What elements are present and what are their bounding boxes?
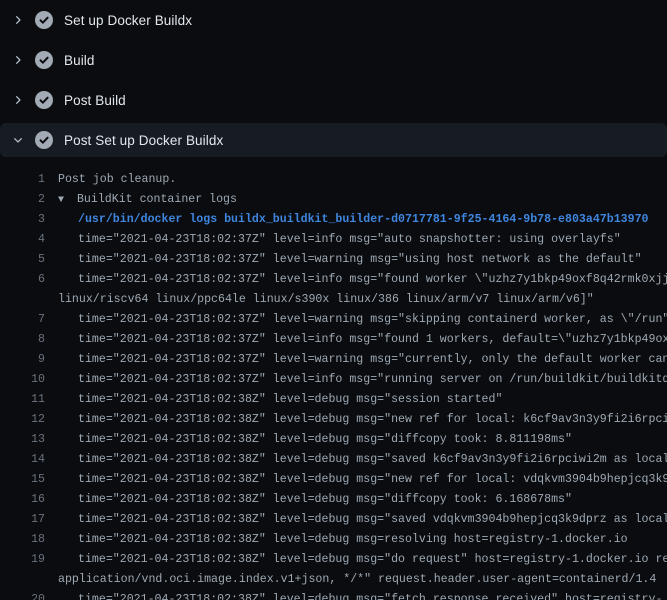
log-line: 4 time="2021-04-23T18:02:37Z" level=info… — [0, 230, 667, 250]
line-number[interactable]: 3 — [0, 210, 58, 230]
log-line: 12 time="2021-04-23T18:02:38Z" level=deb… — [0, 410, 667, 430]
line-number[interactable]: 2 — [0, 190, 58, 210]
log-line: linux/riscv64 linux/ppc64le linux/s390x … — [0, 290, 667, 310]
step-list: Set up Docker Buildx Build Post Build Po… — [0, 0, 667, 157]
chevron-right-icon[interactable] — [10, 94, 26, 106]
line-number[interactable]: 13 — [0, 430, 58, 450]
line-number[interactable]: 11 — [0, 390, 58, 410]
log-line: 6 time="2021-04-23T18:02:37Z" level=info… — [0, 270, 667, 290]
line-number[interactable]: 10 — [0, 370, 58, 390]
step-header[interactable]: Post Set up Docker Buildx — [0, 123, 667, 157]
log-text: time="2021-04-23T18:02:37Z" level=info m… — [58, 370, 667, 390]
group-toggle-icon[interactable]: ▼ — [58, 191, 70, 210]
line-number[interactable]: 1 — [0, 170, 58, 190]
line-number[interactable]: 6 — [0, 270, 58, 290]
log-text: time="2021-04-23T18:02:37Z" level=warnin… — [58, 250, 667, 270]
log-text: time="2021-04-23T18:02:38Z" level=debug … — [58, 450, 667, 470]
log-text: time="2021-04-23T18:02:38Z" level=debug … — [58, 550, 667, 570]
log-viewer: 1 Post job cleanup. 2 ▼ BuildKit contain… — [0, 160, 667, 600]
log-line: 19 time="2021-04-23T18:02:38Z" level=deb… — [0, 550, 667, 570]
log-line: 3 /usr/bin/docker logs buildx_buildkit_b… — [0, 210, 667, 230]
log-line: 15 time="2021-04-23T18:02:38Z" level=deb… — [0, 470, 667, 490]
log-text: linux/riscv64 linux/ppc64le linux/s390x … — [58, 290, 667, 310]
log-line: 18 time="2021-04-23T18:02:38Z" level=deb… — [0, 530, 667, 550]
step-header[interactable]: Post Build — [0, 80, 667, 120]
log-line: application/vnd.oci.image.index.v1+json,… — [0, 570, 667, 590]
log-text: /usr/bin/docker logs buildx_buildkit_bui… — [58, 210, 667, 230]
line-number[interactable]: 17 — [0, 510, 58, 530]
log-text: time="2021-04-23T18:02:37Z" level=info m… — [58, 270, 667, 290]
log-text: time="2021-04-23T18:02:37Z" level=info m… — [58, 330, 667, 350]
log-line: 13 time="2021-04-23T18:02:38Z" level=deb… — [0, 430, 667, 450]
log-text: time="2021-04-23T18:02:38Z" level=debug … — [58, 430, 667, 450]
log-line: 17 time="2021-04-23T18:02:38Z" level=deb… — [0, 510, 667, 530]
log-line: 1 Post job cleanup. — [0, 170, 667, 190]
log-line: 2 ▼ BuildKit container logs — [0, 190, 667, 210]
log-text: time="2021-04-23T18:02:37Z" level=warnin… — [58, 310, 667, 330]
step-title: Post Build — [64, 93, 126, 108]
log-line: 14 time="2021-04-23T18:02:38Z" level=deb… — [0, 450, 667, 470]
log-text: time="2021-04-23T18:02:38Z" level=debug … — [58, 490, 667, 510]
chevron-right-icon[interactable] — [10, 14, 26, 26]
log-text: time="2021-04-23T18:02:37Z" level=warnin… — [58, 350, 667, 370]
line-number[interactable]: 14 — [0, 450, 58, 470]
line-number — [0, 290, 58, 310]
log-text: time="2021-04-23T18:02:38Z" level=debug … — [58, 470, 667, 490]
line-number[interactable]: 5 — [0, 250, 58, 270]
log-text: Post job cleanup. — [58, 170, 667, 190]
check-circle-icon — [35, 11, 53, 29]
step-title: Build — [64, 53, 95, 68]
log-text: time="2021-04-23T18:02:37Z" level=info m… — [58, 230, 667, 250]
log-text: time="2021-04-23T18:02:38Z" level=debug … — [58, 510, 667, 530]
log-line: 8 time="2021-04-23T18:02:37Z" level=info… — [0, 330, 667, 350]
log-line: 5 time="2021-04-23T18:02:37Z" level=warn… — [0, 250, 667, 270]
log-text: time="2021-04-23T18:02:38Z" level=debug … — [58, 590, 667, 600]
log-line: 7 time="2021-04-23T18:02:37Z" level=warn… — [0, 310, 667, 330]
log-text: time="2021-04-23T18:02:38Z" level=debug … — [58, 530, 667, 550]
line-number[interactable]: 15 — [0, 470, 58, 490]
check-circle-icon — [35, 51, 53, 69]
chevron-down-icon[interactable] — [10, 134, 26, 146]
log-text: application/vnd.oci.image.index.v1+json,… — [58, 570, 667, 590]
check-circle-icon — [35, 91, 53, 109]
line-number[interactable]: 9 — [0, 350, 58, 370]
line-number[interactable]: 20 — [0, 590, 58, 600]
line-number[interactable]: 4 — [0, 230, 58, 250]
line-number[interactable]: 7 — [0, 310, 58, 330]
step-header[interactable]: Build — [0, 40, 667, 80]
line-number[interactable]: 8 — [0, 330, 58, 350]
chevron-right-icon[interactable] — [10, 54, 26, 66]
log-line: 10 time="2021-04-23T18:02:37Z" level=inf… — [0, 370, 667, 390]
step-header[interactable]: Set up Docker Buildx — [0, 0, 667, 40]
line-number[interactable]: 12 — [0, 410, 58, 430]
line-number[interactable]: 19 — [0, 550, 58, 570]
workflow-log-panel: Set up Docker Buildx Build Post Build Po… — [0, 0, 667, 600]
line-number[interactable]: 18 — [0, 530, 58, 550]
log-text: ▼ BuildKit container logs — [58, 190, 667, 210]
step-title: Post Set up Docker Buildx — [64, 133, 223, 148]
line-number[interactable]: 16 — [0, 490, 58, 510]
log-line: 11 time="2021-04-23T18:02:38Z" level=deb… — [0, 390, 667, 410]
line-number — [0, 570, 58, 590]
log-line: 16 time="2021-04-23T18:02:38Z" level=deb… — [0, 490, 667, 510]
log-text: time="2021-04-23T18:02:38Z" level=debug … — [58, 390, 667, 410]
check-circle-icon — [35, 131, 53, 149]
group-label[interactable]: BuildKit container logs — [70, 193, 237, 206]
step-title: Set up Docker Buildx — [64, 13, 192, 28]
log-text: time="2021-04-23T18:02:38Z" level=debug … — [58, 410, 667, 430]
log-line: 9 time="2021-04-23T18:02:37Z" level=warn… — [0, 350, 667, 370]
log-line: 20 time="2021-04-23T18:02:38Z" level=deb… — [0, 590, 667, 600]
